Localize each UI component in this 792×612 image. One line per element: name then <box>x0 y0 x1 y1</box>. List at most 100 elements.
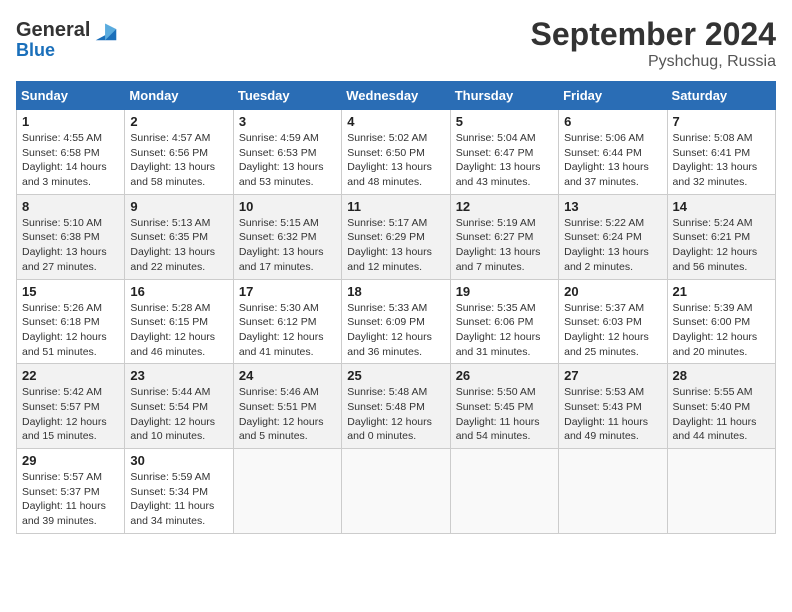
day-number: 9 <box>130 199 227 214</box>
calendar-cell <box>233 449 341 534</box>
day-number: 24 <box>239 368 336 383</box>
day-number: 21 <box>673 284 770 299</box>
calendar-cell: 29 Sunrise: 5:57 AM Sunset: 5:37 PM Dayl… <box>17 449 125 534</box>
calendar-cell: 25 Sunrise: 5:48 AM Sunset: 5:48 PM Dayl… <box>342 364 450 449</box>
day-number: 4 <box>347 114 444 129</box>
logo: General Blue <box>16 16 120 61</box>
calendar-cell: 21 Sunrise: 5:39 AM Sunset: 6:00 PM Dayl… <box>667 279 775 364</box>
day-info: Sunrise: 5:44 AM Sunset: 5:54 PM Dayligh… <box>130 385 227 444</box>
day-number: 11 <box>347 199 444 214</box>
calendar-cell: 11 Sunrise: 5:17 AM Sunset: 6:29 PM Dayl… <box>342 194 450 279</box>
day-info: Sunrise: 5:04 AM Sunset: 6:47 PM Dayligh… <box>456 131 553 190</box>
calendar-header-wednesday: Wednesday <box>342 82 450 110</box>
calendar-cell <box>559 449 667 534</box>
calendar-cell: 18 Sunrise: 5:33 AM Sunset: 6:09 PM Dayl… <box>342 279 450 364</box>
calendar-cell: 26 Sunrise: 5:50 AM Sunset: 5:45 PM Dayl… <box>450 364 558 449</box>
day-info: Sunrise: 5:06 AM Sunset: 6:44 PM Dayligh… <box>564 131 661 190</box>
day-number: 29 <box>22 453 119 468</box>
day-info: Sunrise: 5:17 AM Sunset: 6:29 PM Dayligh… <box>347 216 444 275</box>
day-number: 1 <box>22 114 119 129</box>
day-info: Sunrise: 5:59 AM Sunset: 5:34 PM Dayligh… <box>130 470 227 529</box>
day-number: 8 <box>22 199 119 214</box>
day-number: 10 <box>239 199 336 214</box>
day-number: 5 <box>456 114 553 129</box>
calendar-cell: 10 Sunrise: 5:15 AM Sunset: 6:32 PM Dayl… <box>233 194 341 279</box>
day-info: Sunrise: 5:10 AM Sunset: 6:38 PM Dayligh… <box>22 216 119 275</box>
day-number: 12 <box>456 199 553 214</box>
calendar-header-sunday: Sunday <box>17 82 125 110</box>
day-info: Sunrise: 5:48 AM Sunset: 5:48 PM Dayligh… <box>347 385 444 444</box>
day-number: 19 <box>456 284 553 299</box>
logo-icon <box>92 16 120 44</box>
day-info: Sunrise: 5:50 AM Sunset: 5:45 PM Dayligh… <box>456 385 553 444</box>
calendar-cell: 27 Sunrise: 5:53 AM Sunset: 5:43 PM Dayl… <box>559 364 667 449</box>
day-info: Sunrise: 5:39 AM Sunset: 6:00 PM Dayligh… <box>673 301 770 360</box>
day-info: Sunrise: 5:46 AM Sunset: 5:51 PM Dayligh… <box>239 385 336 444</box>
calendar-cell: 15 Sunrise: 5:26 AM Sunset: 6:18 PM Dayl… <box>17 279 125 364</box>
calendar-cell <box>450 449 558 534</box>
day-info: Sunrise: 5:24 AM Sunset: 6:21 PM Dayligh… <box>673 216 770 275</box>
calendar-week-row: 22 Sunrise: 5:42 AM Sunset: 5:57 PM Dayl… <box>17 364 776 449</box>
day-number: 30 <box>130 453 227 468</box>
day-number: 2 <box>130 114 227 129</box>
calendar-week-row: 15 Sunrise: 5:26 AM Sunset: 6:18 PM Dayl… <box>17 279 776 364</box>
day-number: 22 <box>22 368 119 383</box>
day-number: 20 <box>564 284 661 299</box>
day-number: 18 <box>347 284 444 299</box>
day-info: Sunrise: 5:30 AM Sunset: 6:12 PM Dayligh… <box>239 301 336 360</box>
day-info: Sunrise: 4:55 AM Sunset: 6:58 PM Dayligh… <box>22 131 119 190</box>
day-info: Sunrise: 5:35 AM Sunset: 6:06 PM Dayligh… <box>456 301 553 360</box>
calendar-week-row: 8 Sunrise: 5:10 AM Sunset: 6:38 PM Dayli… <box>17 194 776 279</box>
day-info: Sunrise: 5:19 AM Sunset: 6:27 PM Dayligh… <box>456 216 553 275</box>
calendar-cell: 6 Sunrise: 5:06 AM Sunset: 6:44 PM Dayli… <box>559 110 667 195</box>
calendar-table: SundayMondayTuesdayWednesdayThursdayFrid… <box>16 81 776 534</box>
calendar-cell: 12 Sunrise: 5:19 AM Sunset: 6:27 PM Dayl… <box>450 194 558 279</box>
day-info: Sunrise: 5:22 AM Sunset: 6:24 PM Dayligh… <box>564 216 661 275</box>
day-info: Sunrise: 5:37 AM Sunset: 6:03 PM Dayligh… <box>564 301 661 360</box>
page-header: General Blue September 2024 Pyshchug, Ru… <box>16 16 776 71</box>
calendar-cell: 4 Sunrise: 5:02 AM Sunset: 6:50 PM Dayli… <box>342 110 450 195</box>
calendar-cell: 3 Sunrise: 4:59 AM Sunset: 6:53 PM Dayli… <box>233 110 341 195</box>
calendar-cell: 8 Sunrise: 5:10 AM Sunset: 6:38 PM Dayli… <box>17 194 125 279</box>
day-number: 13 <box>564 199 661 214</box>
day-info: Sunrise: 5:53 AM Sunset: 5:43 PM Dayligh… <box>564 385 661 444</box>
day-number: 27 <box>564 368 661 383</box>
day-number: 14 <box>673 199 770 214</box>
calendar-cell: 17 Sunrise: 5:30 AM Sunset: 6:12 PM Dayl… <box>233 279 341 364</box>
calendar-header-monday: Monday <box>125 82 233 110</box>
calendar-cell: 14 Sunrise: 5:24 AM Sunset: 6:21 PM Dayl… <box>667 194 775 279</box>
calendar-header-saturday: Saturday <box>667 82 775 110</box>
calendar-header-tuesday: Tuesday <box>233 82 341 110</box>
day-info: Sunrise: 5:28 AM Sunset: 6:15 PM Dayligh… <box>130 301 227 360</box>
day-info: Sunrise: 5:13 AM Sunset: 6:35 PM Dayligh… <box>130 216 227 275</box>
day-info: Sunrise: 5:57 AM Sunset: 5:37 PM Dayligh… <box>22 470 119 529</box>
day-info: Sunrise: 5:42 AM Sunset: 5:57 PM Dayligh… <box>22 385 119 444</box>
calendar-header-friday: Friday <box>559 82 667 110</box>
day-number: 6 <box>564 114 661 129</box>
day-number: 7 <box>673 114 770 129</box>
calendar-cell: 30 Sunrise: 5:59 AM Sunset: 5:34 PM Dayl… <box>125 449 233 534</box>
day-info: Sunrise: 5:02 AM Sunset: 6:50 PM Dayligh… <box>347 131 444 190</box>
calendar-cell <box>342 449 450 534</box>
calendar-cell: 24 Sunrise: 5:46 AM Sunset: 5:51 PM Dayl… <box>233 364 341 449</box>
calendar-cell: 9 Sunrise: 5:13 AM Sunset: 6:35 PM Dayli… <box>125 194 233 279</box>
logo-blue-text: Blue <box>16 40 55 61</box>
day-number: 28 <box>673 368 770 383</box>
calendar-cell: 23 Sunrise: 5:44 AM Sunset: 5:54 PM Dayl… <box>125 364 233 449</box>
day-number: 15 <box>22 284 119 299</box>
calendar-cell: 28 Sunrise: 5:55 AM Sunset: 5:40 PM Dayl… <box>667 364 775 449</box>
calendar-cell: 5 Sunrise: 5:04 AM Sunset: 6:47 PM Dayli… <box>450 110 558 195</box>
day-number: 26 <box>456 368 553 383</box>
calendar-cell: 19 Sunrise: 5:35 AM Sunset: 6:06 PM Dayl… <box>450 279 558 364</box>
day-number: 23 <box>130 368 227 383</box>
day-info: Sunrise: 4:59 AM Sunset: 6:53 PM Dayligh… <box>239 131 336 190</box>
day-info: Sunrise: 5:33 AM Sunset: 6:09 PM Dayligh… <box>347 301 444 360</box>
calendar-cell: 7 Sunrise: 5:08 AM Sunset: 6:41 PM Dayli… <box>667 110 775 195</box>
calendar-cell: 16 Sunrise: 5:28 AM Sunset: 6:15 PM Dayl… <box>125 279 233 364</box>
logo-general-text: General <box>16 19 90 42</box>
day-number: 3 <box>239 114 336 129</box>
location: Pyshchug, Russia <box>531 53 776 71</box>
day-info: Sunrise: 5:08 AM Sunset: 6:41 PM Dayligh… <box>673 131 770 190</box>
day-info: Sunrise: 5:26 AM Sunset: 6:18 PM Dayligh… <box>22 301 119 360</box>
calendar-header-row: SundayMondayTuesdayWednesdayThursdayFrid… <box>17 82 776 110</box>
